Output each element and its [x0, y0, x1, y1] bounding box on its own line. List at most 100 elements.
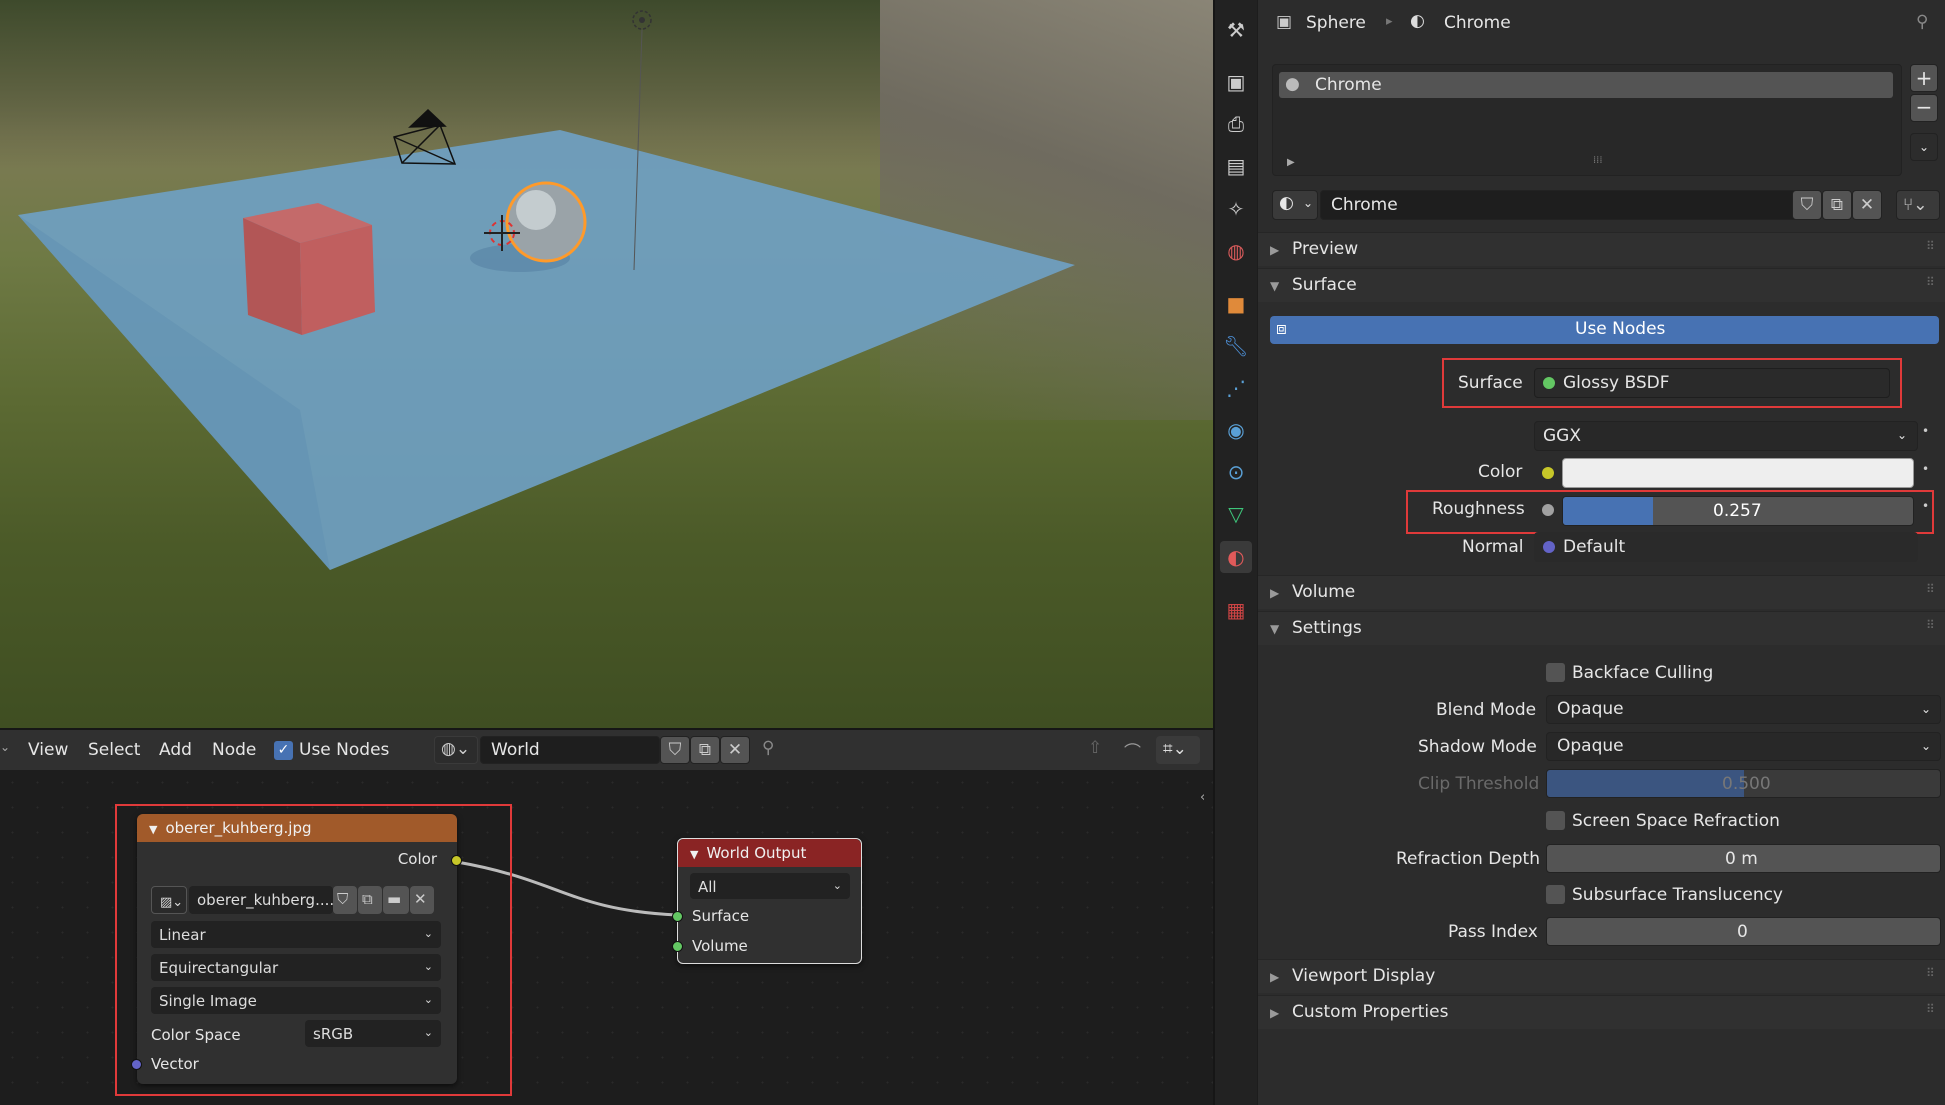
settings-panel-header[interactable]: ▼ Settings ⠿	[1258, 611, 1945, 645]
material-browse-button[interactable]: ◐ ⌄	[1272, 190, 1318, 220]
distribution-dropdown[interactable]: GGX ⌄	[1534, 421, 1918, 451]
refraction-depth-field[interactable]: 0 m	[1546, 844, 1941, 873]
custom-properties-panel-header[interactable]: ▶ Custom Properties ⠿	[1258, 995, 1945, 1029]
vector-input-socket[interactable]	[131, 1059, 142, 1070]
ssr-checkbox[interactable]	[1546, 811, 1565, 830]
drag-handle-icon[interactable]: ⠿	[1926, 582, 1935, 596]
3d-viewport[interactable]	[0, 0, 1213, 728]
menu-select[interactable]: Select	[88, 740, 140, 760]
target-dropdown[interactable]: All ⌄	[690, 873, 850, 899]
resize-handle-icon[interactable]: ⁞⁞⁞	[1593, 155, 1603, 166]
color-swatch[interactable]	[1562, 458, 1914, 488]
render-tab-icon[interactable]: ▣	[1220, 66, 1252, 98]
material-slot-item[interactable]: ● Chrome	[1279, 72, 1893, 98]
data-tab-icon[interactable]: ▽	[1220, 498, 1252, 530]
pin-icon[interactable]: ⚲	[1916, 12, 1928, 32]
fake-user-button[interactable]: ⛉	[333, 886, 357, 914]
world-output-title: World Output	[706, 844, 807, 862]
world-name-field[interactable]: World	[480, 736, 660, 764]
editor-type-icon[interactable]: ⌄	[0, 740, 10, 754]
preview-panel-header[interactable]: ▶ Preview ⠿	[1258, 232, 1945, 266]
pass-index-field[interactable]: 0	[1546, 917, 1941, 946]
menu-add[interactable]: Add	[159, 740, 192, 760]
unlink-material-button[interactable]: ✕	[1852, 190, 1882, 220]
fake-user-button[interactable]: ⛉	[660, 736, 690, 764]
scene-graphics	[18, 10, 1075, 570]
material-slot-list[interactable]: ● Chrome ▶ ⁞⁞⁞	[1272, 64, 1902, 176]
pin-icon[interactable]: ⚲	[762, 738, 774, 758]
clip-threshold-slider[interactable]: 0.500	[1546, 769, 1941, 798]
area-divider-vertical[interactable]	[1213, 0, 1215, 1105]
properties-panel: ▣ Sphere ▸ ◐ Chrome ⚲ ● Chrome ▶ ⁞⁞⁞ + −…	[1258, 0, 1945, 1105]
drag-handle-icon[interactable]: ⠿	[1926, 239, 1935, 253]
projection-dropdown[interactable]: Equirectangular ⌄	[151, 954, 441, 981]
world-output-node[interactable]: ▼ World Output All ⌄ Surface Volume	[672, 838, 862, 964]
texture-tab-icon[interactable]: ▦	[1220, 594, 1252, 626]
particles-tab-icon[interactable]: ⋰	[1220, 372, 1252, 404]
shadow-mode-dropdown[interactable]: Opaque ⌄	[1546, 732, 1941, 761]
environment-texture-node[interactable]: ▼ oberer_kuhberg.jpg Color ▨⌄ oberer_kuhb…	[131, 814, 462, 1084]
parent-node-tree-icon[interactable]: ⇧	[1088, 738, 1102, 758]
roughness-slider[interactable]: 0.257	[1562, 496, 1914, 526]
snap-icon[interactable]: ⌒	[1124, 738, 1141, 763]
add-slot-button[interactable]: +	[1910, 64, 1938, 92]
collapse-arrow-icon[interactable]: ▼	[149, 823, 157, 836]
constraints-tab-icon[interactable]: ⊙	[1220, 456, 1252, 488]
color-output-socket[interactable]	[451, 855, 462, 866]
use-nodes-button[interactable]: ⧈ Use Nodes	[1270, 316, 1939, 344]
material-tab-icon[interactable]: ◐	[1220, 541, 1252, 573]
volume-input-socket[interactable]	[672, 941, 683, 952]
link-dropdown-button[interactable]: ⑂⌄	[1896, 190, 1940, 220]
area-divider-horizontal[interactable]	[0, 728, 1213, 730]
world-output-header[interactable]: ▼ World Output	[678, 839, 861, 867]
keyframe-dot-icon[interactable]: •	[1922, 462, 1929, 476]
keyframe-dot-icon[interactable]: •	[1922, 424, 1929, 438]
view-layer-tab-icon[interactable]: ▤	[1220, 150, 1252, 182]
image-node-header[interactable]: ▼ oberer_kuhberg.jpg	[137, 814, 457, 842]
backface-culling-checkbox[interactable]	[1546, 663, 1565, 682]
image-browse-button[interactable]: ▨⌄	[151, 886, 187, 914]
unlink-image-button[interactable]: ✕	[410, 886, 434, 914]
keyframe-dot-icon[interactable]: •	[1922, 499, 1929, 513]
color-space-dropdown[interactable]: sRGB ⌄	[305, 1020, 441, 1047]
duplicate-world-button[interactable]: ⧉	[690, 736, 720, 764]
blend-mode-dropdown[interactable]: Opaque ⌄	[1546, 695, 1941, 724]
image-name-field[interactable]: oberer_kuhberg....	[189, 886, 334, 914]
collapse-arrow-icon[interactable]: ▼	[690, 848, 698, 861]
slot-specials-menu-icon[interactable]: ⌄	[1910, 133, 1938, 161]
menu-view[interactable]: View	[28, 740, 68, 760]
node-editor-canvas[interactable]: ‹ ▼ oberer_kuhberg.jpg Color ▨⌄ oberer_ku…	[0, 770, 1213, 1105]
unlink-world-button[interactable]: ✕	[720, 736, 750, 764]
use-nodes-checkbox[interactable]: ✓	[274, 741, 293, 760]
output-tab-icon[interactable]: ⎙	[1220, 108, 1252, 140]
surface-input-socket[interactable]	[672, 911, 683, 922]
scene-tab-icon[interactable]: ✧	[1220, 193, 1252, 225]
normal-field[interactable]: Default	[1534, 532, 1918, 562]
tool-tab-icon[interactable]: ⚒	[1220, 14, 1252, 46]
duplicate-material-button[interactable]: ⧉	[1822, 190, 1852, 220]
duplicate-image-button[interactable]: ⧉	[358, 886, 382, 914]
physics-tab-icon[interactable]: ◉	[1220, 414, 1252, 446]
snapping-dropdown[interactable]: ⌗⌄	[1156, 736, 1200, 764]
world-browse-button[interactable]: ◍⌄	[434, 736, 478, 764]
menu-node[interactable]: Node	[212, 740, 256, 760]
open-image-folder-icon[interactable]: ▬	[383, 886, 409, 914]
surface-panel-header[interactable]: ▼ Surface ⠿	[1258, 268, 1945, 302]
fake-user-button[interactable]: ⛉	[1792, 190, 1822, 220]
modifier-tab-icon[interactable]: 🔧︎	[1220, 330, 1252, 362]
surface-shader-field[interactable]: Glossy BSDF	[1534, 368, 1890, 398]
drag-handle-icon[interactable]: ⠿	[1926, 1002, 1935, 1016]
drag-handle-icon[interactable]: ⠿	[1926, 275, 1935, 289]
drag-handle-icon[interactable]: ⠿	[1926, 966, 1935, 980]
object-tab-icon[interactable]: ■	[1220, 288, 1252, 320]
world-tab-icon[interactable]: ◍	[1220, 235, 1252, 267]
expand-icon[interactable]: ▶	[1287, 157, 1295, 168]
remove-slot-button[interactable]: −	[1910, 94, 1938, 122]
interpolation-dropdown[interactable]: Linear ⌄	[151, 921, 441, 948]
material-name-field[interactable]: Chrome	[1320, 190, 1800, 220]
viewport-display-panel-header[interactable]: ▶ Viewport Display ⠿	[1258, 959, 1945, 993]
volume-panel-header[interactable]: ▶ Volume ⠿	[1258, 575, 1945, 609]
subsurface-checkbox[interactable]	[1546, 885, 1565, 904]
source-dropdown[interactable]: Single Image ⌄	[151, 987, 441, 1014]
drag-handle-icon[interactable]: ⠿	[1926, 618, 1935, 632]
